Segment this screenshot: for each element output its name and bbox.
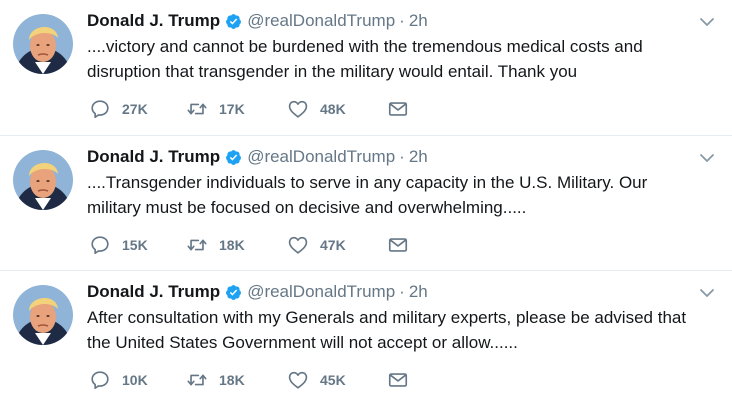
like-count: 48K — [320, 101, 346, 117]
verified-badge-icon — [225, 149, 242, 166]
direct-message-button[interactable] — [387, 98, 409, 120]
tweet-text-line: ....Transgender individuals to serve in … — [87, 173, 648, 192]
avatar[interactable] — [13, 14, 73, 74]
like-button[interactable]: 45K — [287, 369, 346, 391]
tweet[interactable]: Donald J. Trump @realDonaldTrump · 2h ..… — [0, 135, 732, 270]
retweet-icon — [187, 103, 207, 115]
verified-badge-icon — [225, 284, 242, 301]
author-handle[interactable]: @realDonaldTrump — [247, 147, 395, 167]
retweet-count: 18K — [219, 372, 245, 388]
tweet-timestamp[interactable]: 2h — [409, 147, 428, 167]
reply-icon — [91, 371, 109, 390]
tweet-header: Donald J. Trump @realDonaldTrump · 2h — [87, 281, 428, 303]
avatar[interactable] — [13, 285, 73, 345]
author-handle[interactable]: @realDonaldTrump — [247, 282, 395, 302]
tweet-header: Donald J. Trump @realDonaldTrump · 2h — [87, 146, 428, 168]
reply-button[interactable]: 10K — [89, 369, 148, 391]
tweet-text-line: disruption that transgender in the milit… — [87, 62, 578, 81]
retweet-icon — [187, 374, 207, 386]
reply-button[interactable]: 27K — [89, 98, 148, 120]
like-button[interactable]: 47K — [287, 234, 346, 256]
avatar-image — [13, 285, 73, 345]
heart-icon — [288, 100, 308, 118]
retweet-icon — [187, 239, 207, 251]
author-name[interactable]: Donald J. Trump — [87, 147, 220, 167]
tweet-timestamp[interactable]: 2h — [409, 282, 428, 302]
verified-badge-icon — [225, 13, 242, 30]
heart-icon — [288, 371, 308, 389]
reply-button[interactable]: 15K — [89, 234, 148, 256]
tweet-text: ....victory and cannot be burdened with … — [87, 34, 727, 84]
reply-count: 10K — [122, 372, 148, 388]
chevron-down-icon[interactable] — [699, 152, 715, 164]
author-name[interactable]: Donald J. Trump — [87, 282, 220, 302]
avatar-image — [13, 150, 73, 210]
author-name[interactable]: Donald J. Trump — [87, 11, 220, 31]
retweet-count: 18K — [219, 237, 245, 253]
like-button[interactable]: 48K — [287, 98, 346, 120]
tweet-text: ....Transgender individuals to serve in … — [87, 170, 727, 220]
tweet-header: Donald J. Trump @realDonaldTrump · 2h — [87, 10, 428, 32]
separator-dot: · — [399, 282, 405, 301]
avatar-image — [13, 14, 73, 74]
author-handle[interactable]: @realDonaldTrump — [247, 11, 395, 31]
chevron-down-icon[interactable] — [699, 16, 715, 28]
retweet-button[interactable]: 18K — [186, 369, 245, 391]
reply-count: 15K — [122, 237, 148, 253]
tweet-text: After consultation with my Generals and … — [87, 305, 727, 355]
heart-icon — [288, 236, 308, 254]
like-count: 47K — [320, 237, 346, 253]
reply-icon — [91, 236, 109, 255]
tweet[interactable]: Donald J. Trump @realDonaldTrump · 2h Af… — [0, 270, 732, 405]
reply-icon — [91, 100, 109, 119]
tweet-timestamp[interactable]: 2h — [409, 11, 428, 31]
retweet-count: 17K — [219, 101, 245, 117]
tweet-text-line: the United States Government will not ac… — [87, 333, 518, 352]
envelope-icon — [388, 238, 408, 252]
tweet-text-line: ....victory and cannot be burdened with … — [87, 37, 643, 56]
envelope-icon — [388, 373, 408, 387]
like-count: 45K — [320, 372, 346, 388]
tweet-actions: 10K 18K 45K — [89, 369, 429, 391]
reply-count: 27K — [122, 101, 148, 117]
direct-message-button[interactable] — [387, 369, 409, 391]
tweet-text-line: After consultation with my Generals and … — [87, 308, 687, 327]
retweet-button[interactable]: 17K — [186, 98, 245, 120]
retweet-button[interactable]: 18K — [186, 234, 245, 256]
tweet-actions: 15K 18K 47K — [89, 234, 429, 256]
avatar[interactable] — [13, 150, 73, 210]
separator-dot: · — [399, 147, 405, 166]
envelope-icon — [388, 102, 408, 116]
direct-message-button[interactable] — [387, 234, 409, 256]
tweet-actions: 27K 17K 48K — [89, 98, 429, 120]
chevron-down-icon[interactable] — [699, 287, 715, 299]
tweet[interactable]: Donald J. Trump @realDonaldTrump · 2h ..… — [0, 0, 732, 135]
separator-dot: · — [399, 11, 405, 30]
tweet-text-line: military must be focused on decisive and… — [87, 198, 527, 217]
